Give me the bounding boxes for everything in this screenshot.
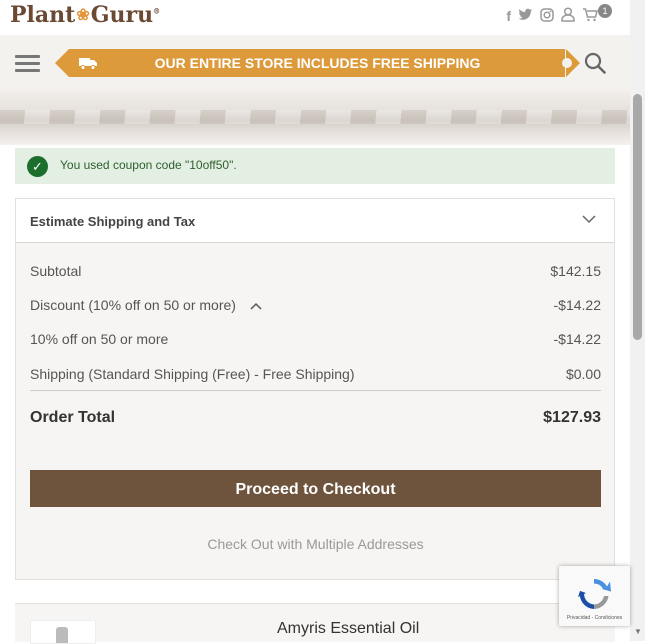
checkmark-icon: ✓ <box>27 156 48 177</box>
registered-mark: ® <box>153 6 161 16</box>
scrollbar-thumb[interactable] <box>633 94 642 340</box>
free-shipping-banner: OUR ENTIRE STORE INCLUDES FREE SHIPPING <box>55 49 580 77</box>
discount-value: -$14.22 <box>553 297 601 313</box>
proceed-to-checkout-button[interactable]: Proceed to Checkout <box>30 470 601 507</box>
order-total-value: $127.93 <box>543 409 601 426</box>
order-total-label: Order Total <box>30 409 116 426</box>
shipping-value: $0.00 <box>565 366 601 382</box>
leaf-icon: ❀ <box>76 5 90 24</box>
hero-banner-image <box>0 90 630 145</box>
cart-count-badge: 1 <box>598 4 612 18</box>
logo-text-guru: Guru <box>90 2 154 28</box>
subtotal-value: $142.15 <box>550 263 601 279</box>
shipping-row: Shipping (Standard Shipping (Free) - Fre… <box>30 366 601 382</box>
twitter-icon[interactable] <box>518 8 533 24</box>
cart-item: Amyris Essential Oil <box>15 603 615 644</box>
recaptcha-icon <box>578 579 611 609</box>
order-total-row: Order Total $127.93 <box>30 409 601 427</box>
subtotal-row: Subtotal $142.15 <box>30 263 601 279</box>
scroll-down-arrow-icon[interactable]: ▼ <box>634 627 642 636</box>
chevron-down-icon <box>582 211 596 227</box>
discount-label: Discount (10% off on 50 or more) <box>30 297 236 313</box>
checkout-multiple-addresses-link[interactable]: Check Out with Multiple Addresses <box>30 536 601 552</box>
product-thumbnail[interactable] <box>30 620 96 644</box>
user-icon[interactable] <box>561 7 575 25</box>
top-header: Plant❀Guru® f 1 <box>0 0 630 35</box>
product-name[interactable]: Amyris Essential Oil <box>277 620 419 638</box>
discount-detail-label: 10% off on 50 or more <box>30 331 169 347</box>
shipping-label: Shipping (Standard Shipping (Free) - Fre… <box>30 366 355 382</box>
discount-detail-row: 10% off on 50 or more -$14.22 <box>30 331 601 347</box>
summary-divider <box>30 390 601 391</box>
estimate-shipping-label: Estimate Shipping and Tax <box>30 214 196 229</box>
recaptcha-badge[interactable]: Privacidad - Condiciones <box>559 566 630 626</box>
coupon-message-text: You used coupon code "10off50". <box>60 158 237 172</box>
instagram-icon[interactable] <box>540 7 554 25</box>
discount-row: Discount (10% off on 50 or more) -$14.22 <box>30 297 601 313</box>
logo-text-plant: Plant <box>10 2 76 28</box>
recaptcha-terms[interactable]: Privacidad - Condiciones <box>559 615 630 621</box>
coupon-success-message: ✓ You used coupon code "10off50". <box>15 148 615 184</box>
chevron-up-icon[interactable] <box>250 299 262 313</box>
nav-bar: OUR ENTIRE STORE INCLUDES FREE SHIPPING <box>0 35 630 90</box>
promo-text: OUR ENTIRE STORE INCLUDES FREE SHIPPING <box>154 55 481 71</box>
subtotal-label: Subtotal <box>30 263 82 279</box>
social-links: f <box>506 7 598 25</box>
cart-summary: Estimate Shipping and Tax Subtotal $142.… <box>15 198 615 580</box>
facebook-icon[interactable]: f <box>506 8 511 24</box>
search-icon[interactable] <box>584 52 606 74</box>
menu-icon[interactable] <box>15 55 40 73</box>
discount-detail-value: -$14.22 <box>553 331 601 347</box>
estimate-shipping-toggle[interactable]: Estimate Shipping and Tax <box>16 199 614 243</box>
site-logo[interactable]: Plant❀Guru® <box>10 2 160 28</box>
cart-icon[interactable] <box>582 7 598 25</box>
